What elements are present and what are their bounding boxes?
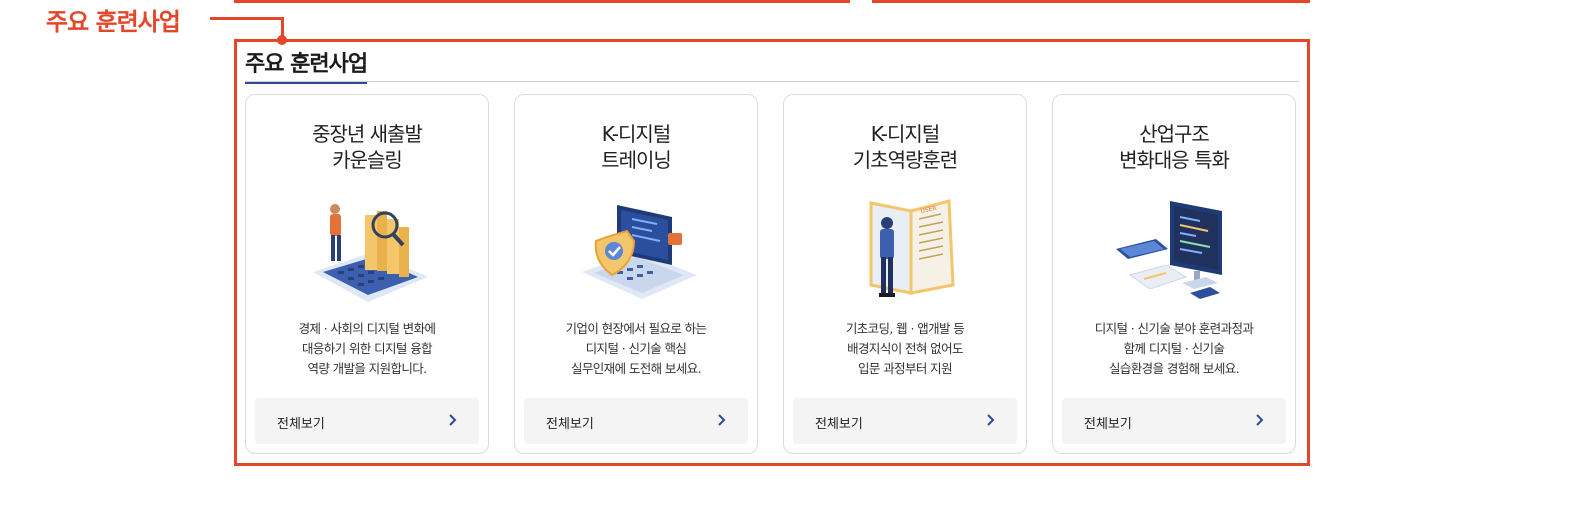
- program-card-1: 중장년 새출발 카운슬링 경제 · 사회의 디지털 변화에 대응하기 위한 디지…: [245, 94, 489, 454]
- card-description: 경제 · 사회의 디지털 변화에 대응하기 위한 디지털 융합 역량 개발을 지…: [298, 321, 436, 376]
- person-magnifier-books-laptop-icon: [313, 204, 428, 302]
- chevron-right-icon: [449, 414, 457, 426]
- highlight-frame: 주요 훈련사업 중장년 새출발 카운슬링 경제 · 사회의 디지털 변화에 대응…: [234, 39, 1310, 466]
- view-all-button[interactable]: 전체보기: [793, 398, 1017, 444]
- program-card-2: K-디지털 트레이닝 기업이 현장에서 필요로 하는 디지털 · 신기술 핵심 …: [514, 94, 758, 454]
- program-card-4: 산업구조 변화대응 특화 디지털 · 신기술 분야 훈련과정과 함께 디지털 ·…: [1052, 94, 1296, 454]
- view-all-label: 전체보기: [277, 417, 325, 432]
- top-border-right: [872, 0, 1310, 3]
- card-title: 중장년 새출발 카운슬링: [312, 122, 423, 172]
- view-all-button[interactable]: 전체보기: [1062, 398, 1286, 444]
- card-title: K-디지털 트레이닝: [601, 122, 672, 172]
- card-title: 산업구조 변화대응 특화: [1119, 122, 1230, 172]
- laptop-security-shield-icon: [582, 205, 697, 299]
- view-all-label: 전체보기: [1084, 417, 1132, 432]
- card-title: K-디지털 기초역량훈련: [852, 122, 958, 172]
- card-description: 기업이 현장에서 필요로 하는 디지털 · 신기술 핵심 실무인재에 도전해 보…: [565, 321, 708, 376]
- card-description: 디지털 · 신기술 분야 훈련과정과 함께 디지털 · 신기술 실습환경을 경험…: [1094, 321, 1254, 376]
- section-title: 주요 훈련사업: [245, 46, 368, 84]
- chevron-right-icon: [987, 414, 995, 426]
- view-all-label: 전체보기: [546, 417, 594, 432]
- annotation-label: 주요 훈련사업: [46, 8, 181, 36]
- chevron-right-icon: [1256, 414, 1264, 426]
- chevron-right-icon: [718, 414, 726, 426]
- view-all-button[interactable]: 전체보기: [255, 398, 479, 444]
- monitor-tablet-devices-icon: [1116, 201, 1222, 299]
- card-description: 기초코딩, 웹 · 앱개발 등 배경지식이 전혀 없어도 입문 과정부터 지원: [845, 321, 965, 376]
- view-all-label: 전체보기: [815, 417, 863, 432]
- program-card-3: K-디지털 기초역량훈련 USER 기초코딩, 웹 · 앱개발 등 배경지식이 …: [783, 94, 1027, 454]
- top-border-left: [234, 0, 850, 3]
- view-all-button[interactable]: 전체보기: [524, 398, 748, 444]
- title-divider: [245, 81, 1299, 82]
- annotation-connector-horizontal: [210, 17, 284, 20]
- person-reading-manual-icon: USER: [869, 199, 955, 297]
